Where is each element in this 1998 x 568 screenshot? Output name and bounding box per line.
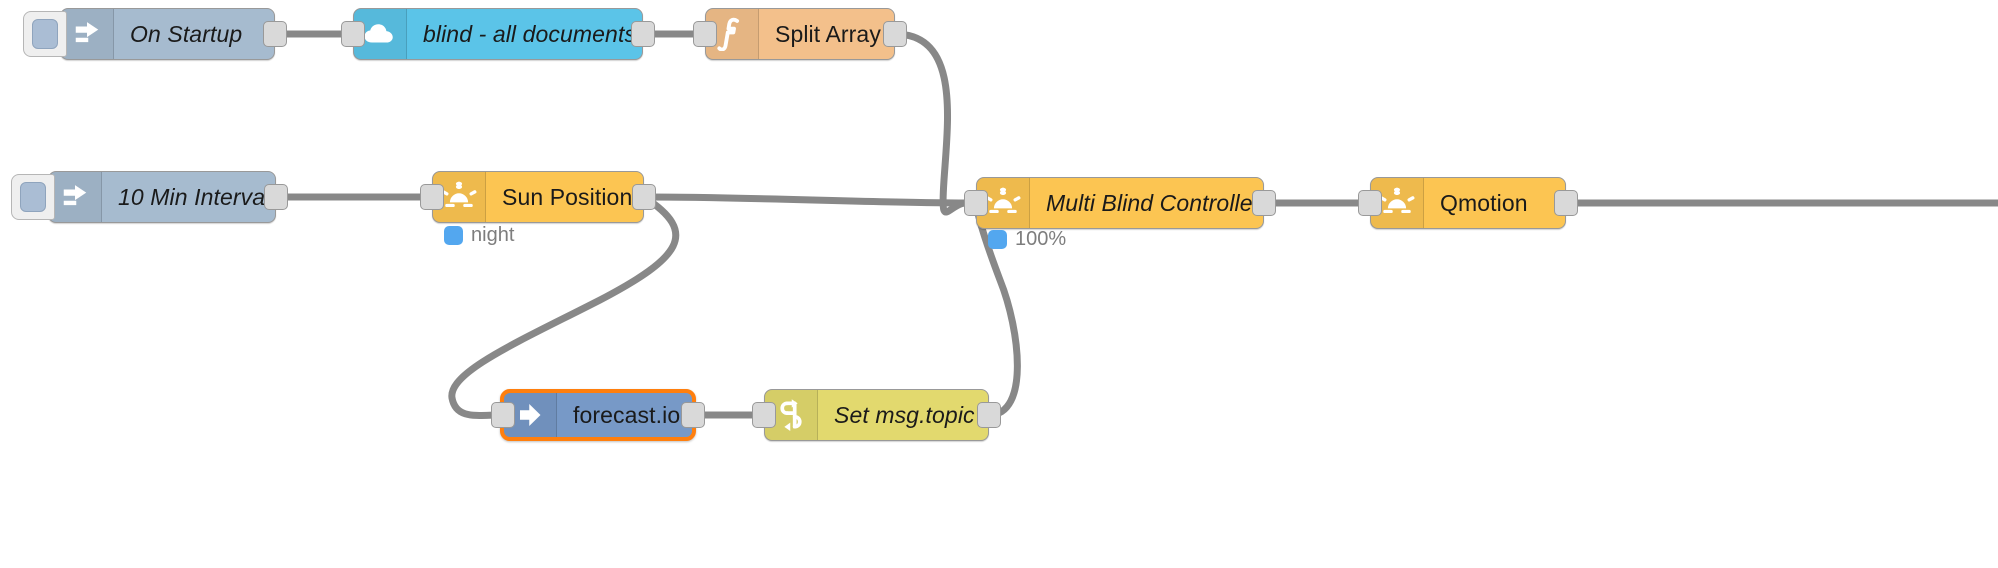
output-port-blind-all-documents[interactable] [631,21,655,47]
input-port-multi-blind-controller[interactable] [964,190,988,216]
inject-button-inner [32,19,58,49]
node-label-sun-position: Sun Position [502,183,633,210]
node-label-multi-blind-controller: Multi Blind Controller [1046,189,1261,216]
status-dot-icon [988,230,1007,249]
output-port-qmotion[interactable] [1554,190,1578,216]
status-sun-position: night [444,224,514,247]
wire-split-array-to-multi-blind-controller [891,30,980,216]
node-label-blind-all-documents: blind - all documents [423,20,637,47]
output-port-10-min-interval[interactable] [264,184,288,210]
inject-button-on-startup[interactable] [23,11,67,57]
input-port-blind-all-documents[interactable] [341,21,365,47]
node-split-array[interactable]: Split Array [693,8,907,60]
input-port-forecast-io[interactable] [491,402,515,428]
node-forecast-io[interactable]: forecast.io [491,389,705,441]
input-port-qmotion[interactable] [1358,190,1382,216]
wire-layer [271,30,1998,419]
inject-button-inner [20,182,46,212]
output-port-sun-position[interactable] [632,184,656,210]
output-port-multi-blind-controller[interactable] [1252,190,1276,216]
output-port-set-msg-topic[interactable] [977,402,1001,428]
wire-sun-position-to-multi-blind-controller [640,193,980,207]
flow-canvas[interactable]: On Startup blind - all documents Split A… [0,0,1998,568]
node-label-split-array: Split Array [775,20,881,47]
node-multi-blind-controller[interactable]: Multi Blind Controller [964,177,1276,229]
output-port-forecast-io[interactable] [681,402,705,428]
node-on-startup[interactable]: On Startup [23,8,287,60]
node-blind-all-documents[interactable]: blind - all documents [341,8,655,60]
status-text-sun-position: night [471,224,515,246]
node-label-set-msg-topic: Set msg.topic [834,401,975,428]
node-set-msg-topic[interactable]: Set msg.topic [752,389,1001,441]
node-label-10-min-interval: 10 Min Interval [118,183,271,210]
inject-button-10-min-interval[interactable] [11,174,55,220]
status-multi-blind-controller: 100% [988,228,1066,251]
node-10-min-interval[interactable]: 10 Min Interval [11,171,288,223]
node-label-forecast-io: forecast.io [573,401,681,428]
arrow-right-inject-icon [49,172,102,222]
status-dot-icon [444,226,463,245]
arrow-right-inject-icon [61,9,114,59]
node-sun-position[interactable]: Sun Position [420,171,656,223]
input-port-sun-position[interactable] [420,184,444,210]
status-text-multi-blind-controller: 100% [1015,228,1067,250]
node-label-qmotion: Qmotion [1440,189,1528,216]
node-qmotion[interactable]: Qmotion [1358,177,1578,229]
input-port-split-array[interactable] [693,21,717,47]
output-port-split-array[interactable] [883,21,907,47]
input-port-set-msg-topic[interactable] [752,402,776,428]
output-port-on-startup[interactable] [263,21,287,47]
node-label-on-startup: On Startup [130,20,243,47]
